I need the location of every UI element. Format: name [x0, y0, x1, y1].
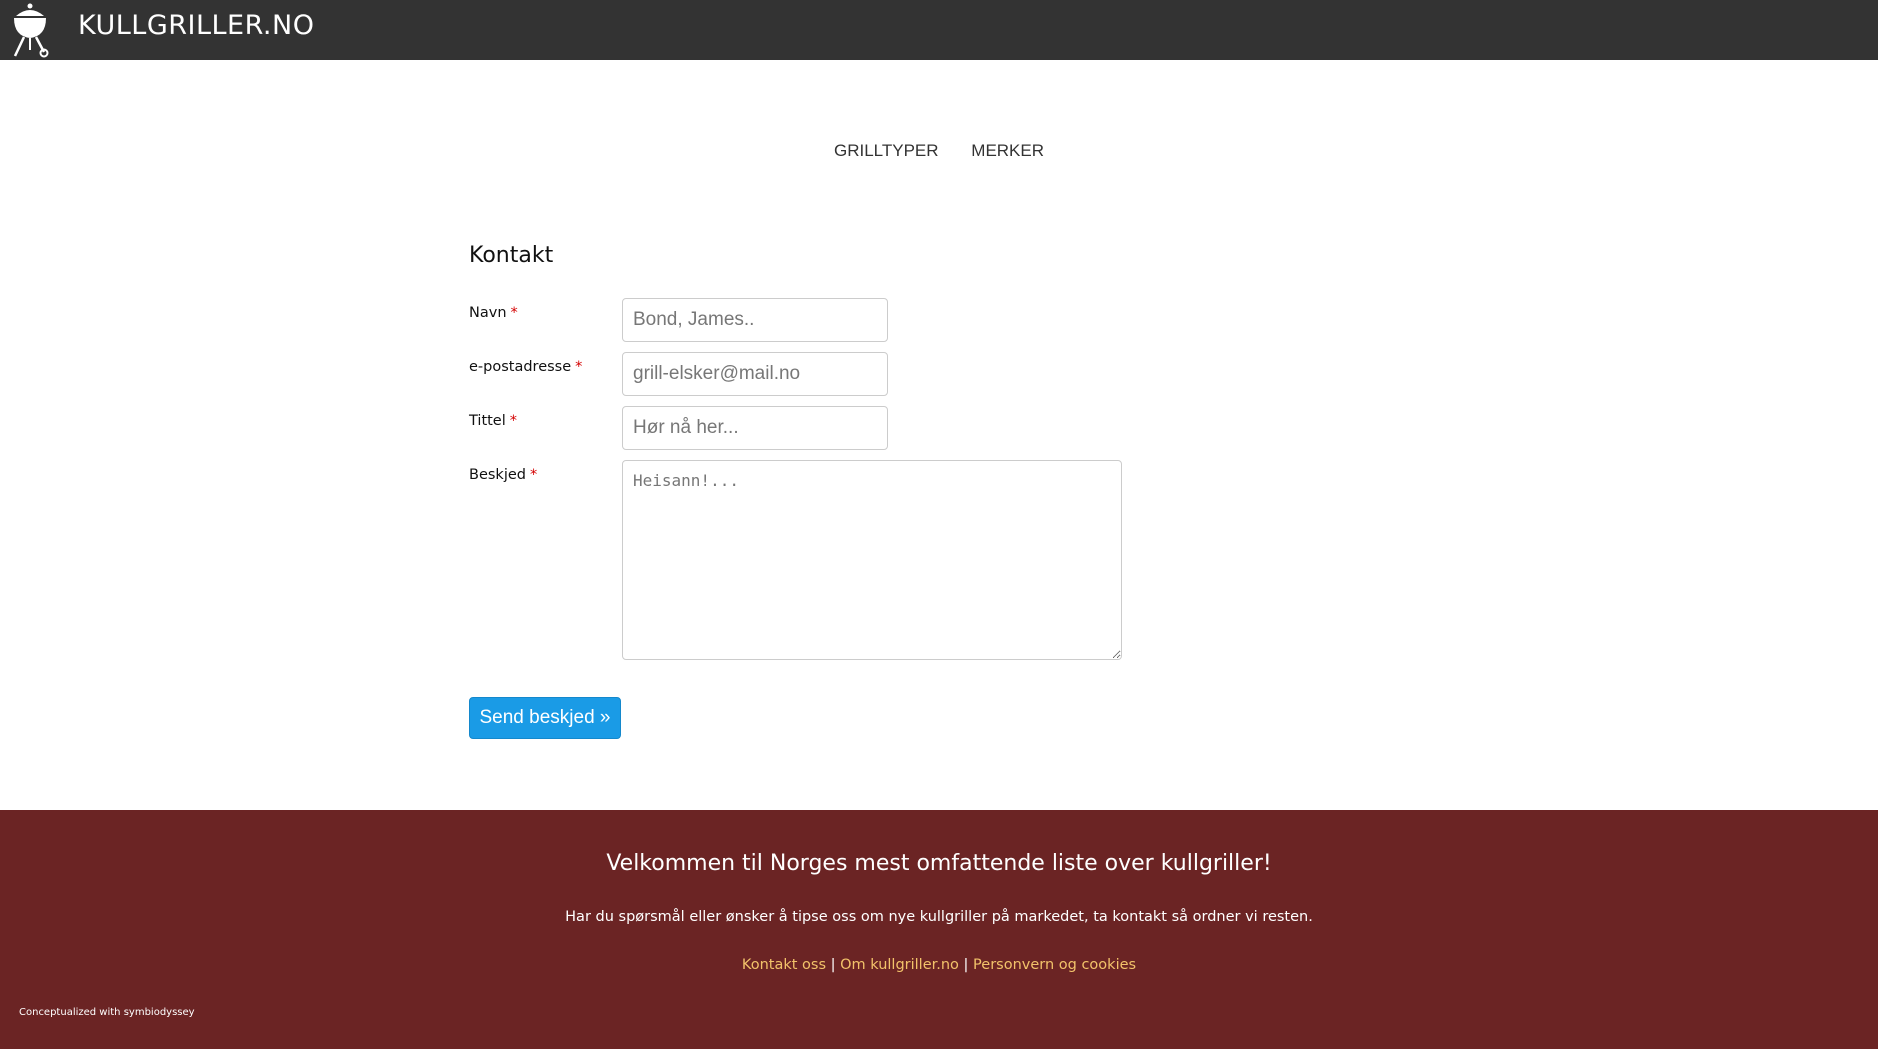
page-title: Kontakt	[469, 243, 554, 268]
footer-links: Kontakt oss | Om kullgriller.no | Person…	[0, 957, 1878, 973]
subject-label: Tittel *	[469, 413, 518, 429]
footer-text: Har du spørsmål eller ønsker å tipse oss…	[565, 909, 1313, 925]
name-label: Navn *	[469, 305, 518, 321]
required-marker: *	[510, 305, 518, 321]
email-field[interactable]	[622, 352, 888, 396]
footer-separator: |	[830, 957, 836, 973]
main-nav: GRILLTYPER MERKER	[0, 141, 1878, 161]
send-message-button[interactable]: Send beskjed »	[469, 697, 621, 739]
footer-link-contact[interactable]: Kontakt oss	[742, 957, 826, 973]
top-bar: KULLGRILLER.NO	[0, 0, 1878, 60]
nav-item-grilltyper[interactable]: GRILLTYPER	[834, 141, 939, 160]
message-field[interactable]	[622, 460, 1122, 660]
required-marker: *	[529, 467, 538, 483]
subject-field[interactable]	[622, 406, 888, 450]
site-footer: Velkommen til Norges mest omfattende lis…	[0, 810, 1878, 1049]
required-marker: *	[509, 413, 518, 429]
footer-link-privacy[interactable]: Personvern og cookies	[973, 957, 1136, 973]
site-brand[interactable]: KULLGRILLER.NO	[78, 10, 314, 41]
email-label: e-postadresse *	[469, 359, 583, 375]
footer-link-about[interactable]: Om kullgriller.no	[840, 957, 959, 973]
kettle-grill-icon[interactable]	[10, 2, 50, 58]
required-marker: *	[575, 359, 583, 375]
footer-credit[interactable]: Conceptualized with symbiodyssey	[19, 1007, 195, 1018]
message-label: Beskjed *	[469, 467, 538, 483]
footer-separator: |	[963, 957, 969, 973]
footer-title: Velkommen til Norges mest omfattende lis…	[606, 851, 1272, 876]
nav-item-merker[interactable]: MERKER	[971, 141, 1044, 160]
name-field[interactable]	[622, 298, 888, 342]
